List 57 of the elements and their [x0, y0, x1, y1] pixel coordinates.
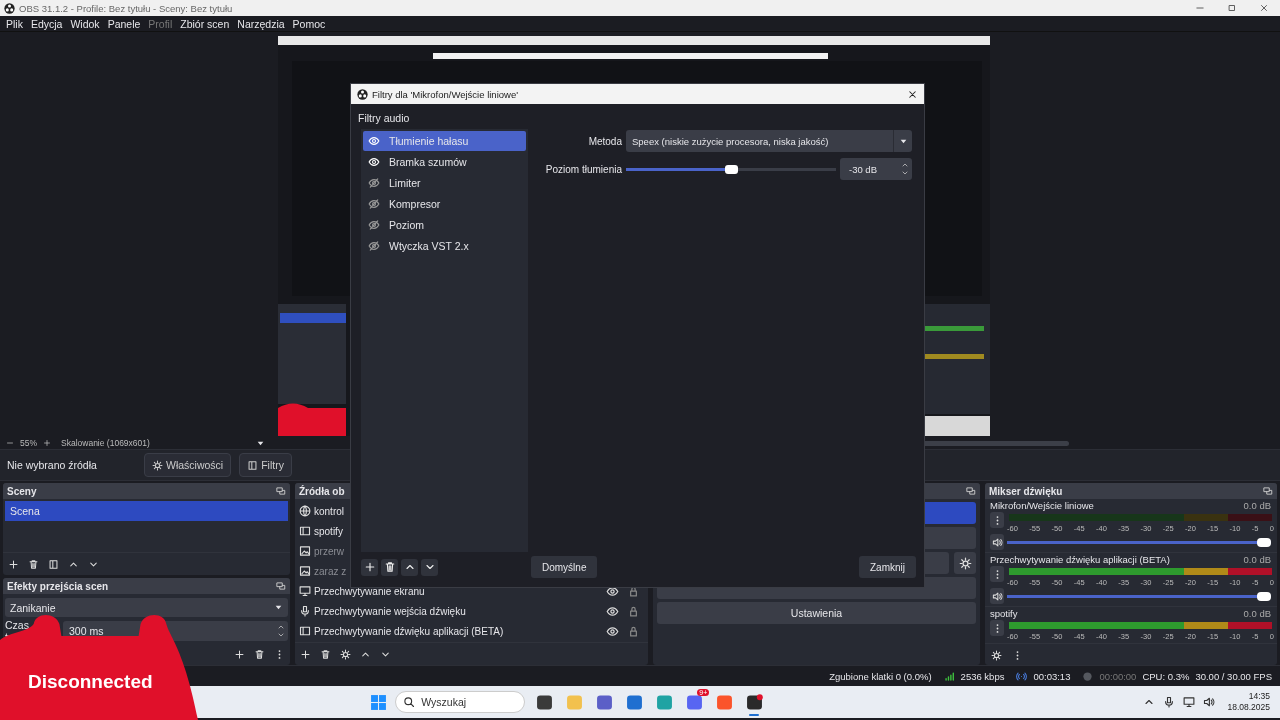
channel-reading: 0.0 dB [1243, 608, 1271, 619]
record-time: 00:00:00 [1099, 670, 1137, 682]
source-item[interactable]: zaraz z [314, 565, 347, 577]
window-title: OBS 31.1.2 - Profile: Bez tytułu - Sceny: Bez tytułu [19, 2, 233, 14]
selection-label: Nie wybrano źródła [7, 459, 98, 471]
dropped-frames: Zgubione klatki 0 (0.0%) [829, 670, 932, 682]
channel-name: spotify [990, 608, 1018, 619]
menu-item[interactable]: Panele [107, 17, 141, 30]
bitrate: 2536 kbps [960, 670, 1005, 682]
filter-item[interactable]: Tłumienie hałasu [363, 131, 526, 151]
filter-item[interactable]: Bramka szumów [363, 152, 526, 172]
menu-item[interactable]: Edycja [30, 17, 63, 30]
filter-item[interactable]: Kompresor [363, 194, 526, 214]
menu-item[interactable]: Narzędzia [237, 17, 285, 30]
filters-button[interactable]: Filtry [239, 453, 292, 477]
stream-time: 00:03:13 [1033, 670, 1071, 682]
cpu-usage: CPU: 0.3% [1142, 670, 1190, 682]
panel-title: Sceny [7, 485, 37, 497]
zoom-level: 55% [20, 438, 37, 448]
channel-reading: 0.0 dB [1243, 554, 1271, 565]
source-item[interactable]: Przechwytywanie ekranu [314, 585, 425, 597]
close-button[interactable]: Zamknij [859, 556, 916, 578]
banner-text: Disconnected [28, 671, 153, 693]
settings-button[interactable]: Ustawienia [657, 602, 976, 624]
method-label: Metoda [587, 135, 622, 147]
filter-item[interactable]: Limiter [363, 173, 526, 193]
properties-button[interactable]: Właściwości [144, 453, 232, 477]
clock-date[interactable]: 18.08.2025 [1227, 702, 1270, 713]
method-dropdown[interactable]: Speex (niskie zużycie procesora, niska jakość) [626, 130, 912, 152]
menu-item[interactable]: Plik [6, 17, 23, 30]
panel-title: Efekty przejścia scen [7, 580, 109, 592]
source-item[interactable]: Przechwytywanie dźwięku aplikacji (BETA) [314, 625, 504, 637]
clock-time[interactable]: 14:35 [1248, 691, 1270, 702]
defaults-button[interactable]: Domyślne [531, 556, 598, 578]
filter-item[interactable]: Wtyczka VST 2.x [363, 236, 526, 256]
channel-name: Przechwytywanie dźwięku aplikacji (BETA) [990, 554, 1170, 565]
dialog-title: Filtry dla 'Mikrofon/Wejście liniowe' [372, 88, 518, 100]
suppression-field[interactable]: -30 dB [840, 158, 912, 180]
scaling-dropdown[interactable]: Skalowanie (1069x601) [61, 438, 150, 448]
menu-item[interactable]: Pomoc [292, 17, 326, 30]
source-item[interactable]: przerw [314, 545, 344, 557]
source-item[interactable]: kontrol [314, 505, 344, 517]
suppression-label: Poziom tłumienia [544, 163, 622, 175]
frame-rate: 30.00 / 30.00 FPS [1195, 670, 1272, 682]
channel-name: Mikrofon/Wejście liniowe [990, 500, 1094, 511]
source-item[interactable]: Przechwytywanie wejścia dźwięku [314, 605, 466, 617]
channel-reading: 0.0 dB [1243, 500, 1271, 511]
section-label: Filtry audio [358, 112, 411, 124]
panel-title: Mikser dźwięku [989, 485, 1063, 497]
panel-title: Źródła ob [299, 485, 345, 497]
search-field[interactable]: Wyszukaj [395, 691, 526, 713]
menu-item[interactable]: Zbiór scen [180, 17, 230, 30]
filter-item[interactable]: Poziom [363, 215, 526, 235]
transition-dropdown[interactable]: Zanikanie [5, 598, 288, 617]
scene-item[interactable]: Scena [5, 501, 288, 521]
menu-item[interactable]: Widok [70, 17, 100, 30]
source-item[interactable]: spotify [314, 525, 343, 537]
